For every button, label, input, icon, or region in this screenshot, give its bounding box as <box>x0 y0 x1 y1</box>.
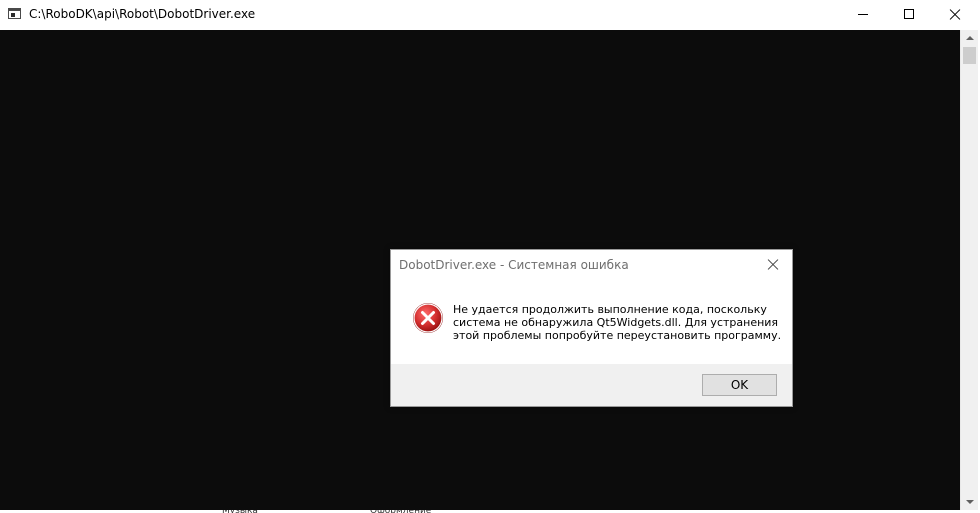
title-bar[interactable]: C:\RoboDK\api\Robot\DobotDriver.exe <box>0 0 980 30</box>
error-message: Не удается продолжить выполнение кода, п… <box>453 303 783 342</box>
dialog-footer: OK <box>391 364 792 406</box>
error-message-line: Не удается продолжить выполнение кода, п… <box>453 303 767 316</box>
error-icon <box>413 303 443 333</box>
system-error-dialog: DobotDriver.exe - Системная ошибка Не уд… <box>390 249 793 407</box>
window-title: C:\RoboDK\api\Robot\DobotDriver.exe <box>29 7 256 21</box>
error-message-line: этой проблемы попробуйте переустановить … <box>453 329 782 342</box>
scroll-down-arrow-icon[interactable] <box>961 494 979 510</box>
error-message-line: система не обнаружила Qt5Widgets.dll. Дл… <box>453 316 779 329</box>
dialog-close-button[interactable] <box>761 254 785 276</box>
scroll-up-arrow-icon[interactable] <box>961 30 979 46</box>
minimize-button[interactable] <box>840 0 886 30</box>
console-app-icon <box>8 8 21 19</box>
ok-button[interactable]: OK <box>702 374 777 396</box>
maximize-button[interactable] <box>886 0 932 30</box>
vertical-scrollbar[interactable] <box>960 30 978 510</box>
dialog-title: DobotDriver.exe - Системная ошибка <box>399 258 629 272</box>
scroll-thumb[interactable] <box>963 47 976 64</box>
close-button[interactable] <box>932 0 978 30</box>
